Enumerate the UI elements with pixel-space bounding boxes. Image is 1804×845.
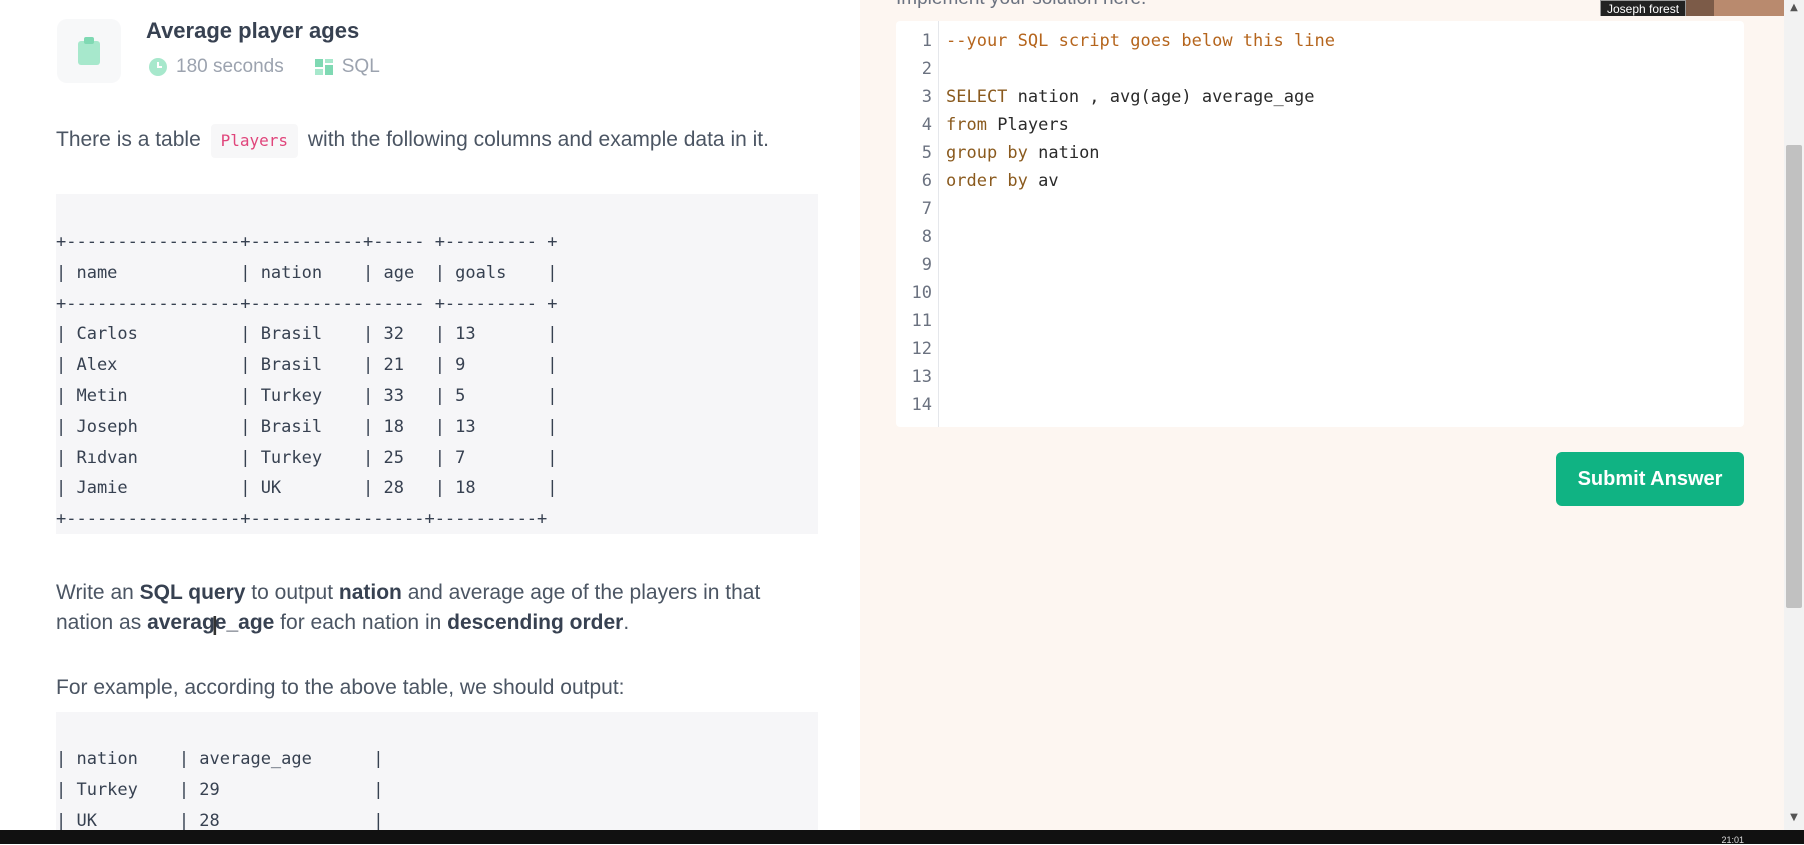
scroll-down-icon[interactable]: ▼ — [1788, 812, 1800, 823]
webcam-name: Joseph forest — [1600, 0, 1687, 16]
line-number: 1 — [921, 31, 932, 51]
line-number: 13 — [911, 367, 932, 387]
code-line-4[interactable]: from Players — [946, 115, 1069, 135]
taskbar — [0, 830, 1804, 844]
table-name-code: Players — [210, 124, 299, 158]
webcam-video — [1714, 0, 1784, 16]
code-line-5[interactable]: group by nation — [946, 143, 1100, 163]
line-number: 8 — [921, 227, 932, 247]
question-meta: 180 seconds SQL — [148, 56, 380, 78]
players-table-block: +-----------------+-----------+----- +--… — [56, 194, 818, 534]
task-description: Write an SQL query to output nation and … — [56, 581, 761, 634]
line-number: 10 — [911, 283, 932, 303]
code-line-6[interactable]: order by av — [946, 171, 1059, 191]
output-table-block: | nation | average_age | | Turkey | 29 |… — [56, 712, 818, 830]
line-number: 4 — [921, 115, 932, 135]
submit-answer-button[interactable]: Submit Answer — [1556, 452, 1744, 506]
line-number: 6 — [921, 171, 932, 191]
line-number: 11 — [911, 311, 932, 331]
output-table: | nation | average_age | | Turkey | 29 |… — [56, 749, 384, 830]
line-number: 14 — [911, 395, 932, 415]
line-number: 9 — [921, 255, 932, 275]
scrollbar-thumb[interactable] — [1786, 145, 1802, 608]
editor-panel: Implement your solution here. 1 2 3 4 5 … — [860, 0, 1784, 830]
description-intro: There is a table Players with the follow… — [56, 124, 816, 158]
language-icon — [314, 57, 334, 77]
sql-editor[interactable]: 1 2 3 4 5 6 7 8 9 10 11 12 13 14 --your … — [896, 21, 1744, 427]
scroll-up-icon[interactable]: ▲ — [1788, 2, 1800, 13]
line-number: 12 — [911, 339, 932, 359]
text-cursor-icon: I — [211, 612, 219, 642]
time-limit: 180 seconds — [176, 56, 284, 77]
code-line-3[interactable]: SELECT nation , avg(age) average_age — [946, 87, 1314, 107]
clock-icon — [148, 57, 168, 77]
line-gutter: 1 2 3 4 5 6 7 8 9 10 11 12 13 14 — [896, 21, 939, 427]
line-number: 7 — [921, 199, 932, 219]
code-line-1[interactable]: --your SQL script goes below this line — [946, 31, 1335, 51]
question-title: Average player ages — [146, 18, 360, 43]
line-number: 5 — [921, 143, 932, 163]
webcam-overlay: Joseph forest — [1600, 0, 1784, 16]
line-number: 3 — [921, 87, 932, 107]
page-scrollbar[interactable]: ▲ ▼ — [1784, 0, 1804, 830]
question-panel: Average player ages 180 seconds SQL Ther… — [0, 0, 860, 830]
players-table: +-----------------+-----------+----- +--… — [56, 232, 558, 530]
clipboard-icon — [57, 19, 121, 83]
example-text: For example, according to the above tabl… — [56, 676, 625, 699]
language-label: SQL — [341, 56, 380, 77]
line-number: 2 — [921, 59, 932, 79]
editor-instruction: Implement your solution here. — [896, 0, 1146, 10]
